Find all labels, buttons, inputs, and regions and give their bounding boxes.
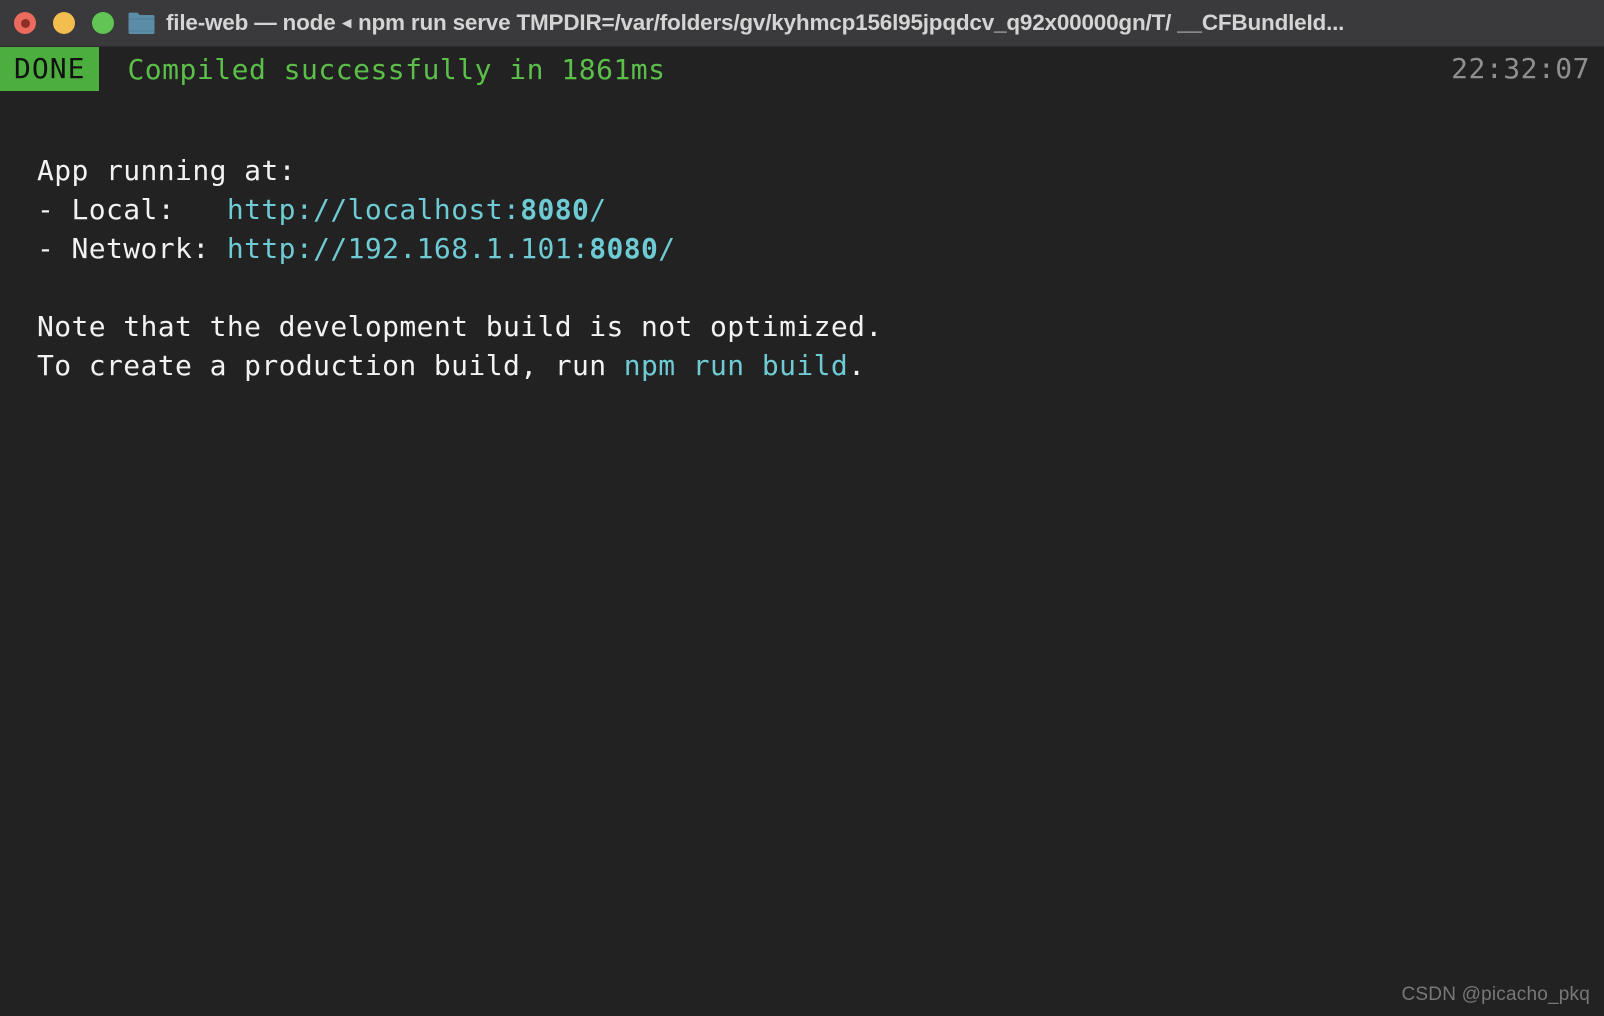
local-url-suffix: / — [589, 193, 607, 226]
folder-icon — [128, 11, 155, 35]
window-title-prefix: file-web — node — [166, 9, 342, 35]
watermark: CSDN @picacho_pkq — [1401, 984, 1590, 1005]
console-output: App running at: - Local: http://localhos… — [0, 91, 1604, 1016]
console-line-heading: App running at: — [37, 154, 296, 187]
network-url-port: 8080 — [589, 232, 659, 265]
local-url-prefix: http://localhost: — [226, 193, 521, 226]
console-line-local: - Local: http://localhost:8080/ — [37, 190, 1604, 229]
title-bar[interactable]: file-web — node ◂ npm run serve TMPDIR=/… — [0, 0, 1604, 47]
network-url-suffix: / — [658, 232, 676, 265]
build-command: npm run build — [623, 349, 849, 382]
status-timestamp: 22:32:07 — [1451, 52, 1590, 85]
local-url[interactable]: http://localhost:8080/ — [227, 193, 607, 226]
local-url-port: 8080 — [520, 193, 590, 226]
window-title: file-web — node ◂ npm run serve TMPDIR=/… — [166, 10, 1344, 37]
close-button[interactable] — [14, 12, 36, 34]
network-label: - Network: — [37, 232, 227, 265]
network-url-prefix: http://192.168.1.101: — [226, 232, 590, 265]
window-title-separator-icon: ◂ — [342, 13, 352, 33]
console-line-note-2: To create a production build, run npm ru… — [37, 346, 1604, 385]
window-title-suffix: npm run serve TMPDIR=/var/folders/gv/kyh… — [351, 9, 1345, 35]
note-suffix: . — [848, 349, 866, 382]
zoom-button[interactable] — [92, 12, 114, 34]
minimize-button[interactable] — [53, 12, 75, 34]
console-line-note-1: Note that the development build is not o… — [37, 310, 883, 343]
network-url[interactable]: http://192.168.1.101:8080/ — [227, 232, 676, 265]
status-line: DONE Compiled successfully in 1861ms 22:… — [0, 47, 1604, 91]
status-badge: DONE — [0, 47, 100, 91]
note-prefix: To create a production build, run — [37, 349, 624, 382]
terminal-window: file-web — node ◂ npm run serve TMPDIR=/… — [0, 0, 1604, 1016]
console-line-network: - Network: http://192.168.1.101:8080/ — [37, 229, 1604, 268]
local-label: - Local: — [37, 193, 227, 226]
status-message: Compiled successfully in 1861ms — [127, 52, 666, 86]
